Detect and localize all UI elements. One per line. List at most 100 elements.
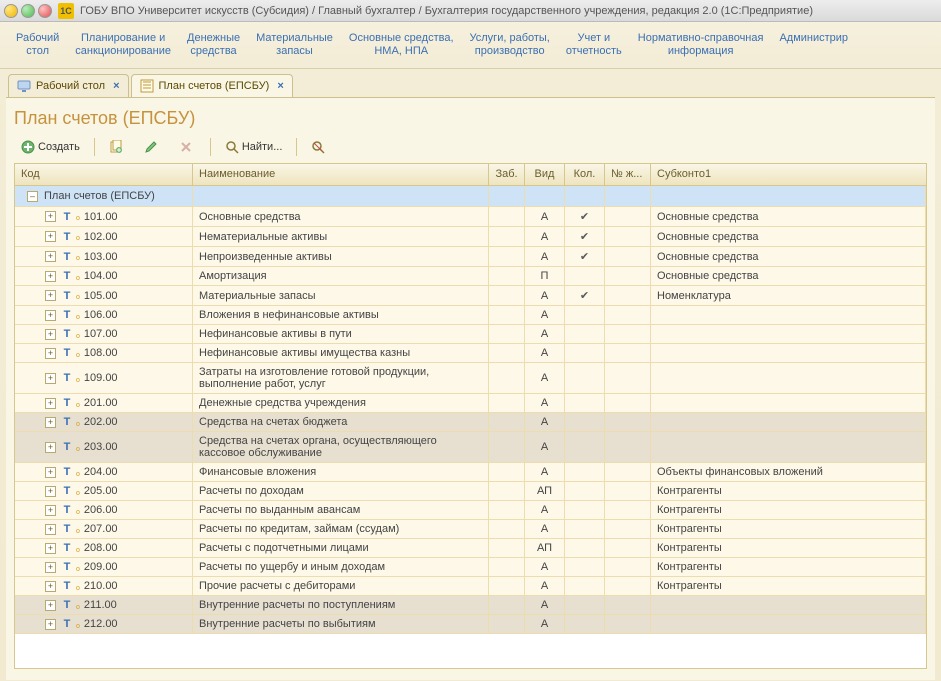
table-row[interactable]: +To106.00Вложения в нефинансовые активыА (15, 306, 926, 325)
section-tab-5[interactable]: Услуги, работы,производство (462, 28, 558, 68)
window-maximize-button[interactable] (21, 4, 35, 18)
table-row[interactable]: +To212.00Внутренние расчеты по выбытиямА (15, 615, 926, 634)
col-header-name[interactable]: Наименование (193, 164, 489, 185)
window-minimize-button[interactable] (4, 4, 18, 18)
expand-icon[interactable]: + (45, 310, 56, 321)
table-row[interactable]: +To204.00Финансовые вложенияАОбъекты фин… (15, 463, 926, 482)
create-button[interactable]: Создать (14, 137, 87, 157)
col-header-nz[interactable]: № ж... (605, 164, 651, 185)
edit-button[interactable] (137, 137, 168, 157)
cell-vid: А (525, 325, 565, 343)
close-icon[interactable]: × (277, 80, 283, 92)
cell-sk1: Основные средства (651, 207, 926, 226)
expand-icon[interactable]: + (45, 373, 56, 384)
grid-body[interactable]: –План счетов (ЕПСБУ)+To101.00Основные ср… (15, 186, 926, 668)
table-row[interactable]: +To104.00АмортизацияПОсновные средства (15, 267, 926, 286)
expand-icon[interactable]: + (45, 486, 56, 497)
copy-button[interactable] (102, 137, 133, 157)
expand-icon[interactable]: + (45, 398, 56, 409)
section-label: стол (16, 45, 59, 58)
expand-icon[interactable]: + (45, 467, 56, 478)
cell-zab (489, 501, 525, 519)
table-row[interactable]: +To105.00Материальные запасыА✔Номенклату… (15, 286, 926, 306)
table-row[interactable]: +To206.00Расчеты по выданным авансамАКон… (15, 501, 926, 520)
code-text: 104.00 (84, 270, 118, 282)
table-row[interactable]: +To108.00Нефинансовые активы имущества к… (15, 344, 926, 363)
cell-sk1: Контрагенты (651, 558, 926, 576)
col-header-code[interactable]: Код (15, 164, 193, 185)
section-tab-7[interactable]: Нормативно-справочнаяинформация (630, 28, 772, 68)
cell-zab (489, 344, 525, 362)
table-row[interactable]: +To102.00Нематериальные активыА✔Основные… (15, 227, 926, 247)
table-row[interactable]: +To203.00Средства на счетах органа, осущ… (15, 432, 926, 463)
cell-name: Расчеты по ущербу и иным доходам (193, 558, 489, 576)
expand-icon[interactable]: + (45, 543, 56, 554)
expand-icon[interactable]: + (45, 271, 56, 282)
cell-code: +To104.00 (15, 267, 193, 285)
expand-icon[interactable]: + (45, 600, 56, 611)
page-tab-1[interactable]: План счетов (ЕПСБУ)× (131, 74, 293, 97)
expand-icon[interactable]: + (45, 442, 56, 453)
table-row[interactable]: +To208.00Расчеты с подотчетными лицамиАП… (15, 539, 926, 558)
cell-nz (605, 520, 651, 538)
code-text: 201.00 (84, 397, 118, 409)
section-tab-0[interactable]: Рабочийстол (8, 28, 67, 68)
section-tab-6[interactable]: Учет иотчетность (558, 28, 630, 68)
expand-icon[interactable]: + (45, 562, 56, 573)
delete-button[interactable] (172, 137, 203, 157)
section-tab-2[interactable]: Денежныесредства (179, 28, 248, 68)
expand-icon[interactable]: + (45, 329, 56, 340)
cell-sk1 (651, 596, 926, 614)
cell-code: +To201.00 (15, 394, 193, 412)
section-tab-8[interactable]: Администрир (771, 28, 856, 68)
section-tab-1[interactable]: Планирование исанкционирование (67, 28, 179, 68)
table-row[interactable]: +To209.00Расчеты по ущербу и иным дохода… (15, 558, 926, 577)
expand-icon[interactable]: + (45, 417, 56, 428)
table-row[interactable]: +To210.00Прочие расчеты с дебиторамиАКон… (15, 577, 926, 596)
section-label: Денежные (187, 32, 240, 45)
cell-sk1 (651, 363, 926, 393)
page-tab-0[interactable]: Рабочий стол × (8, 74, 129, 97)
section-tab-3[interactable]: Материальныезапасы (248, 28, 341, 68)
table-row[interactable]: +To107.00Нефинансовые активы в путиА (15, 325, 926, 344)
expand-icon[interactable]: + (45, 211, 56, 222)
table-row[interactable]: +To211.00Внутренние расчеты по поступлен… (15, 596, 926, 615)
table-row[interactable]: +To201.00Денежные средства учрежденияА (15, 394, 926, 413)
window-close-button[interactable] (38, 4, 52, 18)
close-icon[interactable]: × (113, 80, 119, 92)
toolbar-separator (210, 138, 211, 156)
table-row[interactable]: +To103.00Непроизведенные активыА✔Основны… (15, 247, 926, 267)
col-header-vid[interactable]: Вид (525, 164, 565, 185)
page-tab-label: Рабочий стол (36, 80, 105, 92)
expand-icon[interactable]: + (45, 290, 56, 301)
page-tabs: Рабочий стол×План счетов (ЕПСБУ)× (0, 71, 941, 97)
expand-icon[interactable]: + (45, 231, 56, 242)
expand-icon[interactable]: + (45, 619, 56, 630)
expand-icon[interactable]: + (45, 348, 56, 359)
cell-vid: А (525, 363, 565, 393)
collapse-icon[interactable]: – (27, 191, 38, 202)
section-tab-4[interactable]: Основные средства,НМА, НПА (341, 28, 462, 68)
col-header-sk1[interactable]: Субконто1 (651, 164, 926, 185)
expand-icon[interactable]: + (45, 581, 56, 592)
expand-icon[interactable]: + (45, 524, 56, 535)
table-row[interactable]: +To109.00Затраты на изготовление готовой… (15, 363, 926, 394)
cell-zab (489, 325, 525, 343)
cell-kol (565, 482, 605, 500)
col-header-kol[interactable]: Кол. (565, 164, 605, 185)
cell-vid: А (525, 463, 565, 481)
cell-kol (565, 520, 605, 538)
expand-icon[interactable]: + (45, 251, 56, 262)
cell-nz (605, 463, 651, 481)
cell-kol: ✔ (565, 286, 605, 305)
col-header-zab[interactable]: Заб. (489, 164, 525, 185)
expand-icon[interactable]: + (45, 505, 56, 516)
table-row[interactable]: +To101.00Основные средстваА✔Основные сре… (15, 207, 926, 227)
cell-nz (605, 186, 651, 206)
find-button[interactable]: Найти... (218, 137, 290, 157)
table-row[interactable]: –План счетов (ЕПСБУ) (15, 186, 926, 207)
refresh-button[interactable] (304, 137, 335, 157)
table-row[interactable]: +To205.00Расчеты по доходамАПКонтрагенты (15, 482, 926, 501)
table-row[interactable]: +To207.00Расчеты по кредитам, займам (сс… (15, 520, 926, 539)
table-row[interactable]: +To202.00Средства на счетах бюджетаА (15, 413, 926, 432)
